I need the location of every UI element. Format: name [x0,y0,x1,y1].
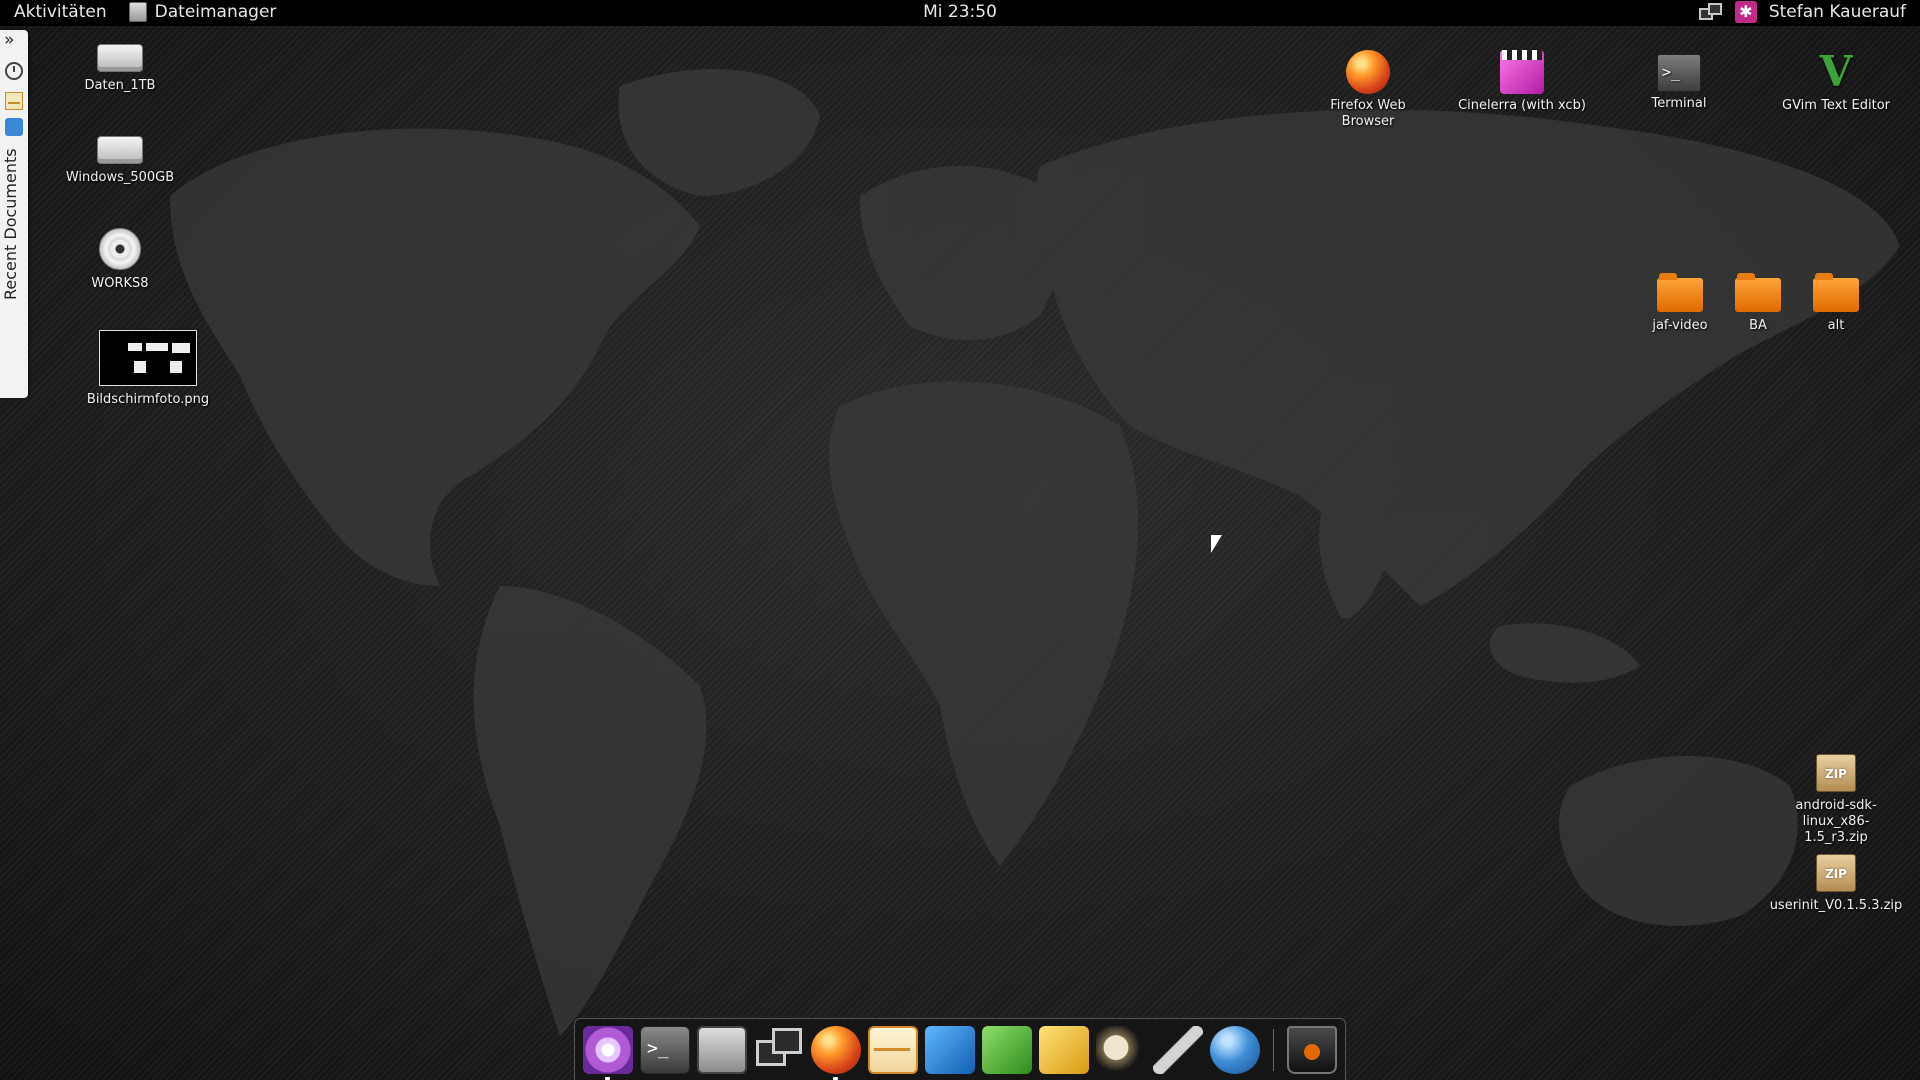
desktop-icon-bildschirmfoto[interactable]: Bildschirmfoto.png [83,330,213,408]
green-app-icon[interactable] [982,1026,1032,1074]
app-menu-label: Dateimanager [154,2,277,22]
desktop-icon-windows-500gb[interactable]: Windows_500GB [55,136,185,186]
app-menu-button[interactable]: Dateimanager [128,2,277,22]
pen-tool-icon[interactable] [1153,1026,1203,1074]
user-menu[interactable]: Stefan Kauerauf [1769,2,1906,22]
terminal-icon[interactable]: >_ [640,1026,690,1074]
yellow-app-icon[interactable] [1039,1026,1089,1074]
user-status-icon[interactable]: ✱ [1734,1,1757,23]
zip-archive-icon: ZIP [1816,754,1856,792]
folder-label: jaf-video [1652,318,1708,333]
world-map-wallpaper [170,69,1900,1036]
folder-ba[interactable]: BA [1718,273,1798,334]
activities-button[interactable]: Aktivitäten [14,2,107,22]
zip-archive-icon: ZIP [1816,854,1856,892]
system-monitor-icon[interactable] [697,1026,747,1074]
trash-icon[interactable] [1287,1026,1337,1074]
cinelerra-icon [1500,50,1544,94]
desktop-icon-label: Daten_1TB [84,78,156,93]
network-icon[interactable] [1698,1,1723,23]
blue-app-icon[interactable] [925,1026,975,1074]
launcher-firefox[interactable]: Firefox Web Browser [1303,50,1433,130]
image-thumbnail [99,330,197,386]
settings-icon[interactable] [583,1026,633,1080]
hard-drive-icon [97,44,143,72]
zip-android-sdk[interactable]: ZIP android-sdk-linux_x86-1.5_r3.zip [1766,754,1906,846]
gimp-icon[interactable] [1096,1026,1146,1074]
zip-userinit[interactable]: ZIP userinit_V0.1.5.3.zip [1766,854,1906,914]
terminal-icon: >_ [1657,54,1701,92]
folder-label: alt [1827,318,1845,333]
desktop-icon-daten-1tb[interactable]: Daten_1TB [55,44,185,94]
desktop-icon-label: Bildschirmfoto.png [86,392,210,407]
recent-documents-label: Recent Documents [1,148,20,300]
launcher-cinelerra[interactable]: Cinelerra (with xcb) [1457,50,1587,114]
desktop-icon-label: Windows_500GB [65,170,175,185]
gvim-icon: V [1819,47,1853,96]
dock: >_ [574,1018,1346,1080]
desktop-icon-works8[interactable]: WORKS8 [55,228,185,292]
launcher-terminal[interactable]: >_ Terminal [1614,50,1744,112]
launcher-label: Terminal [1651,96,1707,111]
launcher-label: Cinelerra (with xcb) [1458,98,1586,113]
cd-disc-icon [99,228,141,270]
clock[interactable]: Mi 23:50 [923,2,997,22]
folder-icon [1735,273,1781,312]
firefox-icon [1346,50,1390,94]
launcher-gvim[interactable]: V GVim Text Editor [1768,50,1904,114]
launcher-label: GVim Text Editor [1782,98,1890,113]
folder-jaf-video[interactable]: jaf-video [1640,273,1720,334]
zip-label: android-sdk-linux_x86-1.5_r3.zip [1795,798,1877,845]
desktop-icon-label: WORKS8 [91,276,149,291]
zip-label: userinit_V0.1.5.3.zip [1769,898,1903,913]
expand-chevron-icon[interactable]: » [4,30,14,50]
mail-icon[interactable] [868,1026,918,1074]
firefox-icon[interactable] [811,1026,861,1080]
launcher-label: Firefox Web Browser [1330,98,1406,129]
folder-label: BA [1749,318,1767,333]
network-icon[interactable] [754,1026,804,1074]
folder-alt[interactable]: alt [1796,273,1876,334]
recent-documents-panel[interactable]: » Recent Documents [0,30,28,398]
folder-icon [1813,273,1859,312]
hard-drive-icon [97,136,143,164]
folder-icon [1657,273,1703,312]
globe-icon[interactable] [1210,1026,1260,1074]
top-bar: Aktivitäten Dateimanager Mi 23:50 ✱ Stef… [0,0,1920,26]
dock-separator [1273,1029,1274,1071]
file-manager-icon [128,2,147,22]
